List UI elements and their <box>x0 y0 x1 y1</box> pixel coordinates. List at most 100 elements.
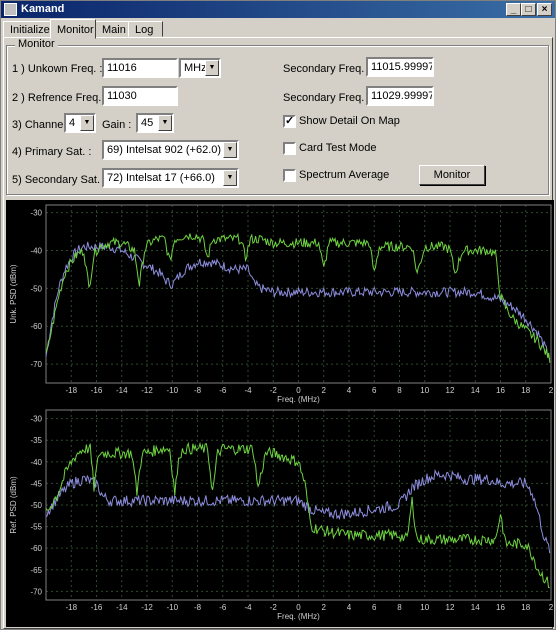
y-tick-label: -70 <box>30 360 42 369</box>
x-tick-label: 0 <box>296 603 301 612</box>
x-tick-label: -10 <box>166 603 178 612</box>
y-tick-label: -50 <box>30 501 42 510</box>
reference-freq-input[interactable]: 11030 <box>102 86 178 106</box>
x-tick-label: 0 <box>296 386 301 395</box>
y-tick-label: -60 <box>30 544 42 553</box>
spectrum-plots-panel: -18 -16 -14 -12 -10 -8 -6 -4 -2 0 2 4 6 8 10 12 14 16 18 2 -… <box>6 200 554 627</box>
x-tick-label: -2 <box>270 603 278 612</box>
x-tick-label: 18 <box>521 603 530 612</box>
x-axis-label: Freq. (MHz) <box>277 612 320 621</box>
maximize-button[interactable]: □ <box>521 3 536 16</box>
x-tick-label: 16 <box>496 386 505 395</box>
x-tick-label: 2 <box>322 603 327 612</box>
freq-unit-select[interactable]: MHz ▼ <box>179 58 221 78</box>
x-tick-label: -18 <box>65 386 77 395</box>
y-tick-label: -45 <box>30 479 42 488</box>
spectrum-plots-svg: -18 -16 -14 -12 -10 -8 -6 -4 -2 0 2 4 6 8 10 12 14 16 18 2 -… <box>9 204 554 621</box>
x-tick-label: -8 <box>194 386 202 395</box>
x-tick-label: -18 <box>65 603 77 612</box>
y-axis-label: Ref. PSD (dBm) <box>9 476 18 534</box>
gain-value: 45 <box>141 117 154 129</box>
chevron-down-icon[interactable]: ▼ <box>205 60 219 76</box>
x-tick-label: -4 <box>244 603 252 612</box>
x-tick-label: 14 <box>471 386 480 395</box>
y-tick-label: -30 <box>30 209 42 218</box>
x-tick-label: 2 <box>322 386 327 395</box>
chevron-down-icon[interactable]: ▼ <box>223 142 237 158</box>
freq-unit-value: MHz <box>184 62 207 74</box>
x-tick-label: 12 <box>446 386 455 395</box>
tab-initialize[interactable]: Initialize <box>3 21 51 37</box>
title-bar[interactable]: Kamand _ □ × <box>1 1 555 18</box>
monitor-group-title: Monitor <box>15 38 58 50</box>
y-tick-label: -40 <box>30 458 42 467</box>
y-axis-label: Unk. PSD (dBm) <box>9 264 18 323</box>
x-tick-label: 4 <box>347 386 352 395</box>
y-tick-label: -55 <box>30 523 42 532</box>
channel-value: 4 <box>69 117 76 129</box>
monitor-button[interactable]: Monitor <box>419 165 485 185</box>
x-tick-label: 14 <box>471 603 480 612</box>
unknown-freq-input[interactable]: 11016 <box>102 58 178 78</box>
y-tick-label: -30 <box>30 415 42 424</box>
x-tick-label: -8 <box>194 603 202 612</box>
secondary-sat-value: 72) Intelsat 17 (+66.0) <box>107 172 215 184</box>
x-tick-label: 6 <box>372 603 377 612</box>
y-tick-label: -50 <box>30 284 42 293</box>
channel-label: 3) Channel <box>12 119 66 131</box>
x-tick-label: -10 <box>166 386 178 395</box>
x-tick-label: 10 <box>420 603 429 612</box>
x-tick-label: 18 <box>521 386 530 395</box>
x-tick-label: -14 <box>116 386 128 395</box>
secondary-sat-select[interactable]: 72) Intelsat 17 (+66.0) ▼ <box>102 168 239 188</box>
gain-select[interactable]: 45 ▼ <box>136 113 174 133</box>
application-window: Kamand _ □ × Initialize Monitor Main Log… <box>0 0 556 630</box>
y-tick-label: -35 <box>30 436 42 445</box>
x-tick-label: 12 <box>446 603 455 612</box>
x-tick-label: 4 <box>347 603 352 612</box>
primary-sat-value: 69) Intelsat 902 (+62.0) <box>107 144 222 156</box>
unknown-freq-label: 1 ) Unkown Freq. : <box>12 63 103 75</box>
x-tick-label: 8 <box>397 386 402 395</box>
minimize-button[interactable]: _ <box>506 3 521 16</box>
y-tick-label: -40 <box>30 246 42 255</box>
tab-log[interactable]: Log <box>128 21 163 37</box>
secondary-freq-1-field[interactable]: 11015.999972 <box>366 57 434 77</box>
app-icon <box>4 3 17 16</box>
series-line <box>45 232 551 363</box>
card-test-label[interactable]: Card Test Mode <box>299 142 376 154</box>
x-tick-label: 16 <box>496 603 505 612</box>
show-detail-checkbox[interactable]: ✓ <box>283 115 296 128</box>
x-tick-label: -12 <box>141 603 153 612</box>
x-tick-label: -4 <box>244 386 252 395</box>
x-tick-label: -14 <box>116 603 128 612</box>
gain-label: Gain : <box>102 119 132 131</box>
secondary-sat-label: 5) Secondary Sat. : <box>12 174 107 186</box>
x-tick-label: 8 <box>397 603 402 612</box>
tab-monitor[interactable]: Monitor <box>50 19 96 39</box>
secondary-freq-2-field[interactable]: 11029.999972 <box>366 86 434 106</box>
spectrum-average-checkbox[interactable] <box>283 169 296 182</box>
show-detail-label[interactable]: Show Detail On Map <box>299 115 400 127</box>
chevron-down-icon[interactable]: ▼ <box>80 115 94 131</box>
x-axis-label: Freq. (MHz) <box>277 395 320 404</box>
close-button[interactable]: × <box>537 3 552 16</box>
x-tick-label: 6 <box>372 386 377 395</box>
channel-select[interactable]: 4 ▼ <box>64 113 96 133</box>
tab-main[interactable]: Main <box>95 21 129 37</box>
spectrum-average-label[interactable]: Spectrum Average <box>299 169 389 181</box>
x-tick-label: 2 <box>549 603 554 612</box>
x-tick-label: -6 <box>219 386 227 395</box>
secondary-freq-1-label: Secondary Freq. : <box>283 63 371 75</box>
card-test-checkbox[interactable] <box>283 142 296 155</box>
x-tick-label: -16 <box>91 386 103 395</box>
x-tick-label: 10 <box>420 386 429 395</box>
secondary-freq-2-label: Secondary Freq. : <box>283 92 371 104</box>
primary-sat-label: 4) Primary Sat. : <box>12 146 92 158</box>
chevron-down-icon[interactable]: ▼ <box>223 170 237 186</box>
x-tick-label: -6 <box>219 603 227 612</box>
y-tick-label: -70 <box>30 587 42 596</box>
primary-sat-select[interactable]: 69) Intelsat 902 (+62.0) ▼ <box>102 140 239 160</box>
chevron-down-icon[interactable]: ▼ <box>158 115 172 131</box>
x-tick-label: -16 <box>91 603 103 612</box>
